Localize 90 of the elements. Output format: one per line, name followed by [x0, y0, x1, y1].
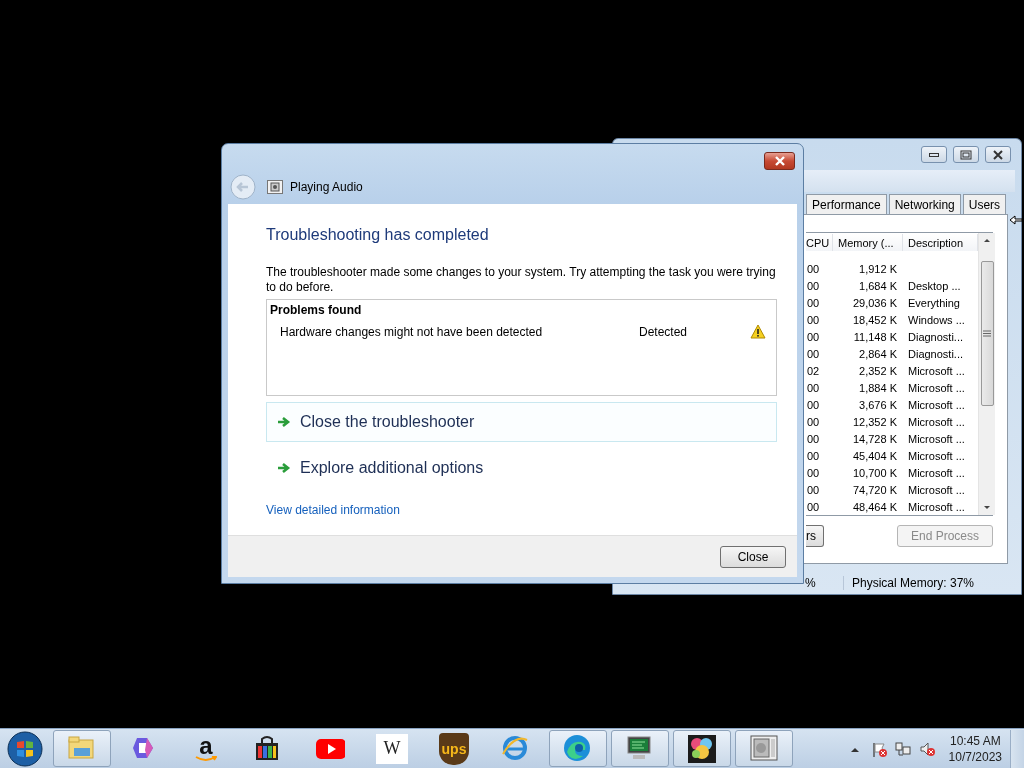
table-cell-text: Microsoft ... — [907, 398, 966, 411]
close-icon — [772, 156, 787, 166]
tab[interactable]: Networking — [888, 194, 961, 214]
close-button[interactable] — [764, 152, 795, 170]
window-title: Playing Audio — [290, 180, 363, 194]
table-cell-text: Microsoft ... — [907, 449, 966, 462]
close-icon — [992, 149, 1004, 160]
status-text: % — [805, 576, 817, 590]
minimize-icon — [929, 152, 939, 157]
command-link[interactable]: Close the troubleshooter — [266, 402, 777, 442]
table-cell-text: 00 — [806, 381, 821, 394]
taskbar-button[interactable] — [611, 730, 669, 767]
scroll-thumb[interactable] — [980, 261, 994, 406]
close-button[interactable]: Close — [720, 545, 786, 568]
table-cell-text: Microsoft ... — [907, 432, 966, 445]
column-header[interactable]: Memory (... — [833, 234, 903, 251]
table-cell-text: 00 — [806, 279, 821, 292]
scrollbar[interactable] — [978, 233, 995, 515]
tab[interactable]: Users — [962, 194, 1007, 214]
table-cell-text: 02 — [806, 364, 821, 377]
start-button[interactable] — [5, 729, 45, 768]
close-button[interactable] — [985, 146, 1011, 163]
table-cell-text: Windows ... — [907, 313, 966, 326]
heading: Troubleshooting has completed — [266, 226, 490, 244]
taskbar-button[interactable]: a — [177, 730, 235, 767]
table-cell-text: 00 — [806, 262, 821, 275]
maximize-icon — [960, 149, 972, 160]
grip-icon — [983, 330, 991, 337]
table-cell-text: 00 — [806, 415, 821, 428]
table-cell-text: 00 — [806, 313, 821, 326]
network-icon[interactable] — [894, 740, 911, 757]
table-cell-text: Microsoft ... — [907, 381, 966, 394]
table-cell-text: Microsoft ... — [907, 466, 966, 479]
smile-icon — [195, 755, 217, 762]
table-cell-text: 2,352 K — [858, 364, 898, 377]
table-cell-text: 1,912 K — [858, 262, 898, 275]
table-cell-text: 00 — [806, 432, 821, 445]
table-cell-text: 11,148 K — [852, 330, 898, 343]
table-cell-text: 00 — [806, 500, 821, 513]
table-cell-text: 00 — [806, 466, 821, 479]
arrow-icon — [277, 462, 291, 474]
table-cell-text: 48,464 K — [851, 500, 898, 513]
table-cell-text: Microsoft ... — [907, 415, 966, 428]
column-header[interactable]: CPU — [806, 234, 833, 251]
maximize-button[interactable] — [953, 146, 979, 163]
table-cell-text: Microsoft ... — [907, 500, 966, 513]
message-text: The troubleshooter made some changes to your system. Try attempting the task you were trying to do before. — [266, 265, 777, 295]
table-cell-text: Everything — [907, 296, 961, 309]
tab[interactable]: Performance — [806, 194, 887, 214]
table-cell-text: 3,676 K — [858, 398, 898, 411]
table-cell-text: Microsoft ... — [907, 364, 966, 377]
status-text: Physical Memory: 37% — [843, 576, 975, 590]
table-cell-text: 00 — [806, 483, 821, 496]
table-cell-text: 2,864 K — [858, 347, 898, 360]
table-cell-text: 12,352 K — [851, 415, 898, 428]
taskbar-button[interactable]: W — [363, 730, 421, 767]
table-cell-text: Microsoft ... — [907, 483, 966, 496]
problem-text: Hardware changes might not have been detected — [280, 324, 544, 339]
minimize-button[interactable] — [921, 146, 947, 163]
table-cell-text: 10,700 K — [851, 466, 898, 479]
table-cell-text: 18,452 K — [851, 313, 898, 326]
table-cell-text: 00 — [806, 296, 821, 309]
warning-icon — [750, 324, 766, 339]
status-text: Detected — [639, 324, 689, 339]
table-cell-text: 1,884 K — [858, 381, 898, 394]
table-cell-text: Desktop ... — [907, 279, 962, 292]
table-cell-text: 74,720 K — [851, 483, 898, 496]
taskbar-button[interactable]: ups — [425, 730, 483, 767]
table-cell-text: 00 — [806, 347, 821, 360]
table-cell-text: 45,404 K — [851, 449, 898, 462]
link[interactable]: View detailed information — [266, 503, 400, 517]
arrow-icon — [277, 416, 291, 428]
speaker-icon — [267, 180, 283, 194]
table-cell-text: 00 — [806, 398, 821, 411]
table-cell-text: 29,036 K — [851, 296, 898, 309]
table-cell-text: 1,684 K — [858, 279, 898, 292]
flag-icon[interactable] — [870, 740, 887, 757]
table-cell-text: 14,728 K — [851, 432, 898, 445]
table-cell-text: 00 — [806, 330, 821, 343]
button[interactable]: rs — [806, 525, 824, 547]
table-cell-text: 00 — [806, 449, 821, 462]
clock[interactable]: 10:45 AM 10/7/2023 — [946, 732, 1004, 765]
muted-speaker-icon[interactable] — [918, 740, 935, 757]
taskbar-button[interactable] — [673, 730, 731, 767]
palette-icon — [687, 733, 717, 764]
disk-icon — [749, 733, 779, 764]
section-title: Problems found — [270, 303, 363, 317]
table-cell-text: Diagnosti... — [907, 347, 965, 360]
wave-icon — [563, 733, 593, 764]
table-cell-text: Diagnosti... — [907, 330, 965, 343]
